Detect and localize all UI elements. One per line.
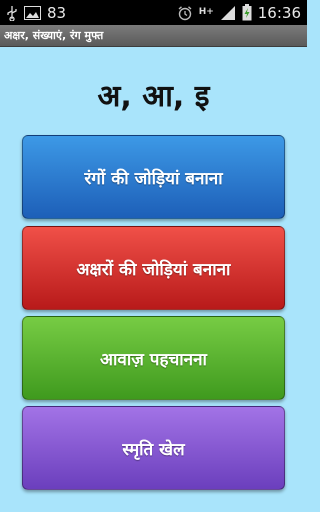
battery-charging-icon — [242, 4, 252, 21]
signal-icon — [220, 5, 236, 21]
network-type-label: H+ — [198, 7, 214, 17]
sound-recognition-button[interactable]: आवाज़ पहचानना — [22, 316, 285, 400]
network-h-plus-icon: H+ — [199, 8, 214, 17]
status-bar: 83 H+ 16:36 — [0, 0, 307, 25]
letter-matching-label: अक्षरों की जोड़ियां बनाना — [76, 259, 231, 280]
status-bar-left: 83 — [6, 4, 66, 22]
memory-game-label: स्मृति खेल — [122, 439, 185, 460]
color-matching-label: रंगों की जोड़ियां बनाना — [84, 168, 223, 189]
app-title: अक्षर, संख्याएं, रंग मुफ्त — [4, 29, 104, 42]
status-bar-right: H+ 16:36 — [177, 4, 301, 22]
letter-matching-button[interactable]: अक्षरों की जोड़ियां बनाना — [22, 226, 285, 310]
memory-game-button[interactable]: स्मृति खेल — [22, 406, 285, 490]
notification-count: 83 — [47, 3, 67, 22]
sound-recognition-label: आवाज़ पहचानना — [100, 349, 207, 370]
color-matching-button[interactable]: रंगों की जोड़ियां बनाना — [22, 135, 285, 219]
clock-time: 16:36 — [257, 3, 301, 22]
alarm-icon — [177, 5, 193, 21]
usb-icon — [6, 5, 18, 21]
page-heading: अ, आ, इ — [97, 79, 210, 114]
app-title-bar: अक्षर, संख्याएं, रंग मुफ्त — [0, 25, 307, 47]
image-icon — [24, 5, 41, 20]
